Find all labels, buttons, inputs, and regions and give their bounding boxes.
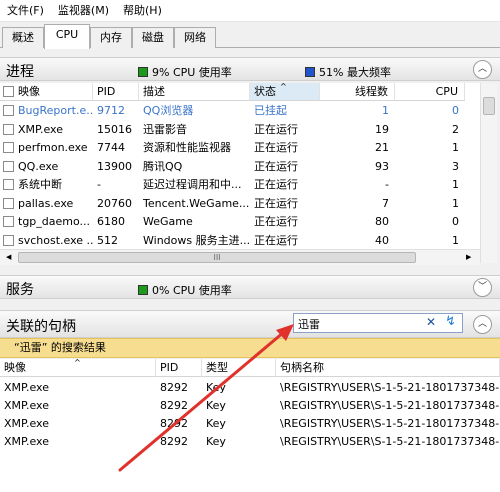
annotation-arrow xyxy=(118,324,294,472)
